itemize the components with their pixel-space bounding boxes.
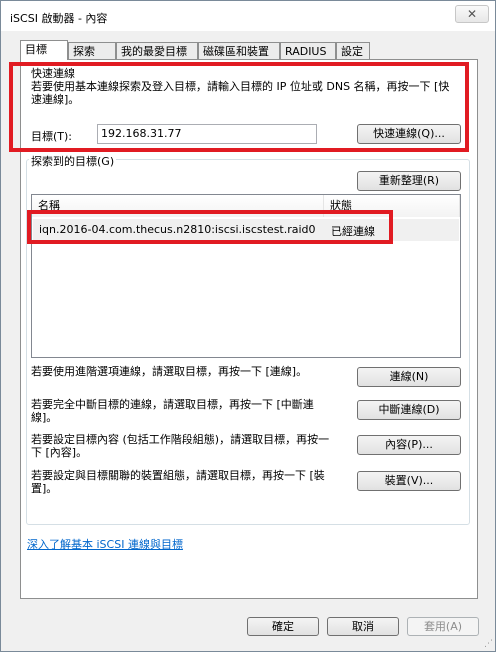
tab-discovery[interactable]: 探索 xyxy=(68,42,116,59)
ok-button[interactable]: 確定 xyxy=(247,617,319,636)
title-bar[interactable]: iSCSI 啟動器 - 內容 ✕ xyxy=(1,1,495,31)
properties-window: iSCSI 啟動器 - 內容 ✕ 目標 探索 我的最愛目標 磁碟區和裝置 RAD… xyxy=(0,0,496,652)
connect-hint: 若要使用進階選項連線，請選取目標，再按一下 [連線]。 xyxy=(31,365,308,378)
properties-hint: 若要設定目標內容 (包括工作階段組態)，請選取目標，再按一下 [內容]。 xyxy=(31,433,330,459)
window-title: iSCSI 啟動器 - 內容 xyxy=(10,12,108,25)
help-link[interactable]: 深入了解基本 iSCSI 連線與目標 xyxy=(27,536,183,552)
disconnect-button[interactable]: 中斷連線(D) xyxy=(357,400,461,420)
resize-grip-icon[interactable]: ⋰ xyxy=(484,639,493,649)
connect-button[interactable]: 連線(N) xyxy=(357,367,461,387)
refresh-button[interactable]: 重新整理(R) xyxy=(357,171,461,191)
tab-configuration[interactable]: 設定 xyxy=(336,42,370,59)
properties-button[interactable]: 內容(P)... xyxy=(357,435,461,455)
apply-button[interactable]: 套用(A) xyxy=(407,617,479,636)
tab-strip: 目標 探索 我的最愛目標 磁碟區和裝置 RADIUS 設定 xyxy=(1,40,495,60)
targets-panel: 快速連線 若要使用基本連線探索及登入目標，請輸入目標的 IP 位址或 DNS 名… xyxy=(9,59,478,599)
cancel-button[interactable]: 取消 xyxy=(327,617,399,636)
tab-targets[interactable]: 目標 xyxy=(20,40,68,60)
discovered-targets-legend: 探索到的目標(G) xyxy=(29,153,117,169)
devices-hint: 若要設定與目標關聯的裝置組態，請選取目標，再按一下 [裝置]。 xyxy=(31,469,325,495)
devices-button[interactable]: 裝置(V)... xyxy=(357,471,461,491)
tab-favorite-targets[interactable]: 我的最愛目標 xyxy=(116,42,198,59)
highlight-discovered-target xyxy=(27,210,393,244)
close-button[interactable]: ✕ xyxy=(455,5,489,23)
close-icon: ✕ xyxy=(466,7,478,21)
disconnect-hint: 若要完全中斷目標的連線，請選取目標，再按一下 [中斷連線]。 xyxy=(31,398,314,424)
tab-radius[interactable]: RADIUS xyxy=(280,42,336,59)
tab-volumes-devices[interactable]: 磁碟區和裝置 xyxy=(198,42,280,59)
highlight-quick-connect xyxy=(9,62,469,152)
